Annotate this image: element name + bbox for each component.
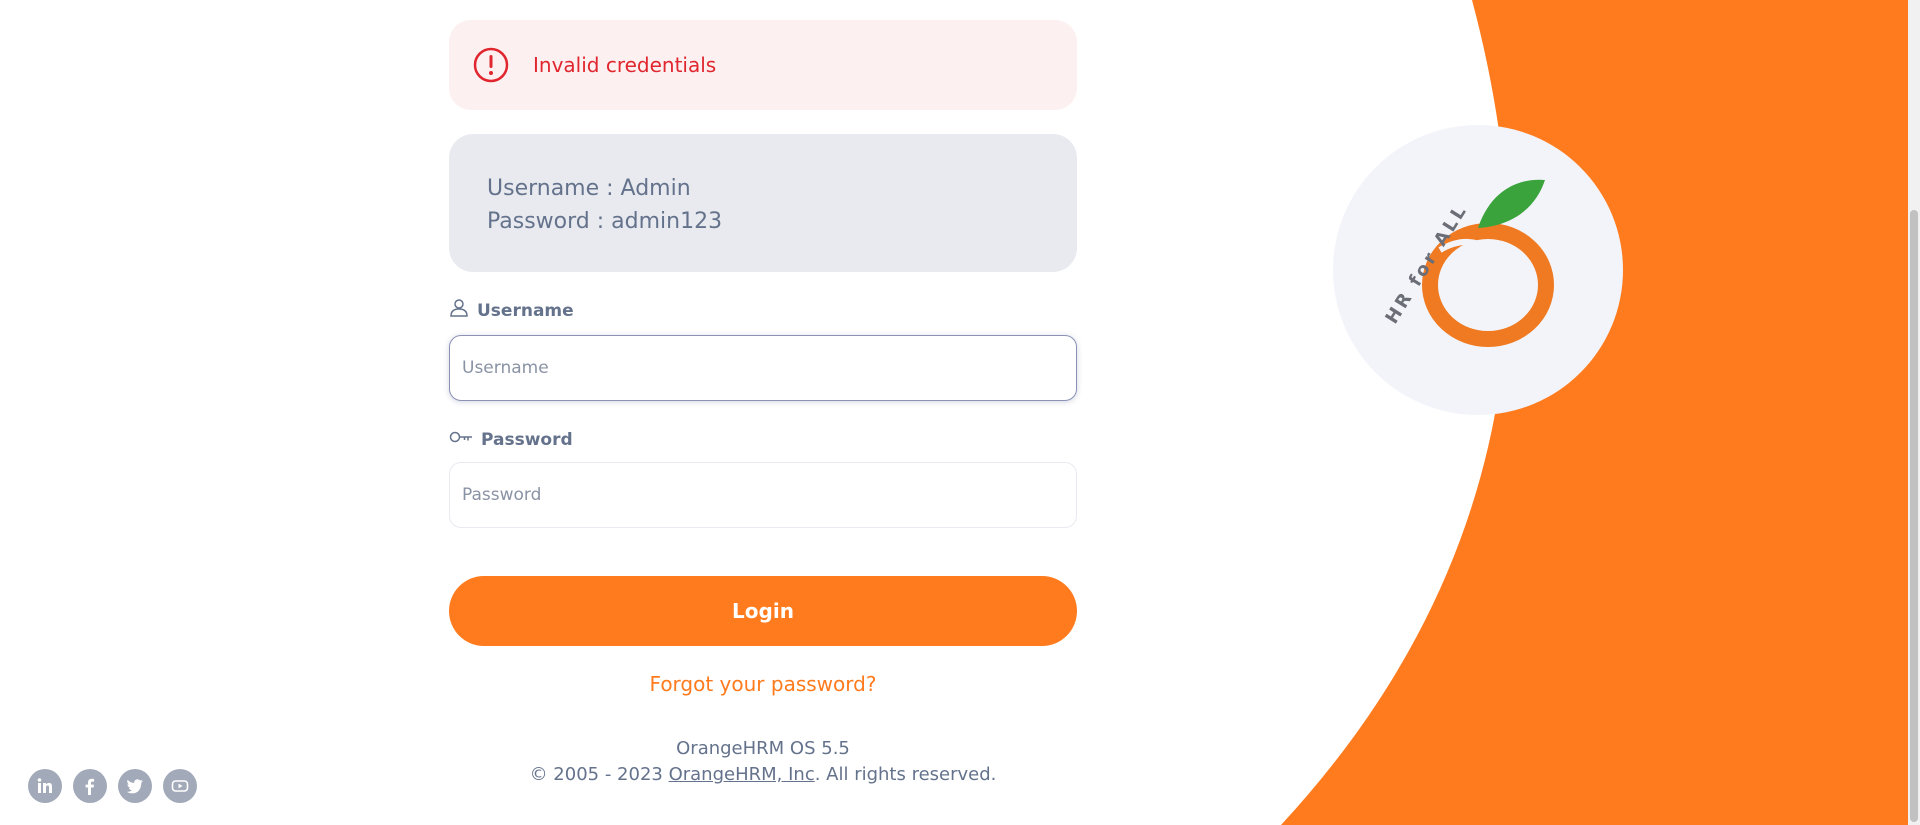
password-label: Password: [481, 429, 573, 450]
error-message: Invalid credentials: [533, 53, 717, 77]
footer: OrangeHRM OS 5.5 © 2005 - 2023 OrangeHRM…: [449, 736, 1077, 788]
hint-username: Username : Admin: [487, 176, 691, 201]
username-input[interactable]: [449, 335, 1077, 401]
error-alert: Invalid credentials: [449, 20, 1077, 110]
login-button[interactable]: Login: [449, 576, 1077, 646]
username-label-row: Username: [449, 298, 1077, 323]
password-label-row: Password: [449, 429, 1077, 450]
youtube-icon[interactable]: [163, 769, 197, 803]
orangehrm-logo: HR for ALL: [1333, 125, 1623, 415]
facebook-icon[interactable]: [73, 769, 107, 803]
username-label: Username: [477, 300, 574, 321]
twitter-icon[interactable]: [118, 769, 152, 803]
social-links: [28, 769, 197, 803]
login-form: Invalid credentials Username : Admin Pas…: [449, 20, 1077, 788]
scrollbar-thumb[interactable]: [1910, 210, 1918, 822]
copyright-suffix: . All rights reserved.: [814, 764, 997, 785]
user-icon: [449, 298, 469, 323]
version-text: OrangeHRM OS 5.5: [676, 738, 850, 759]
hint-password: Password : admin123: [487, 209, 723, 234]
exclamation-circle-icon: [473, 47, 509, 83]
credentials-hint: Username : Admin Password : admin123: [449, 134, 1077, 272]
copyright-prefix: © 2005 - 2023: [529, 764, 669, 785]
password-input[interactable]: [449, 462, 1077, 528]
linkedin-icon[interactable]: [28, 769, 62, 803]
forgot-password-link[interactable]: Forgot your password?: [449, 672, 1077, 696]
copyright-text: © 2005 - 2023 OrangeHRM, Inc. All rights…: [449, 762, 1077, 788]
scrollbar[interactable]: [1908, 0, 1920, 825]
company-link[interactable]: OrangeHRM, Inc: [669, 764, 815, 785]
key-icon: [449, 429, 473, 450]
